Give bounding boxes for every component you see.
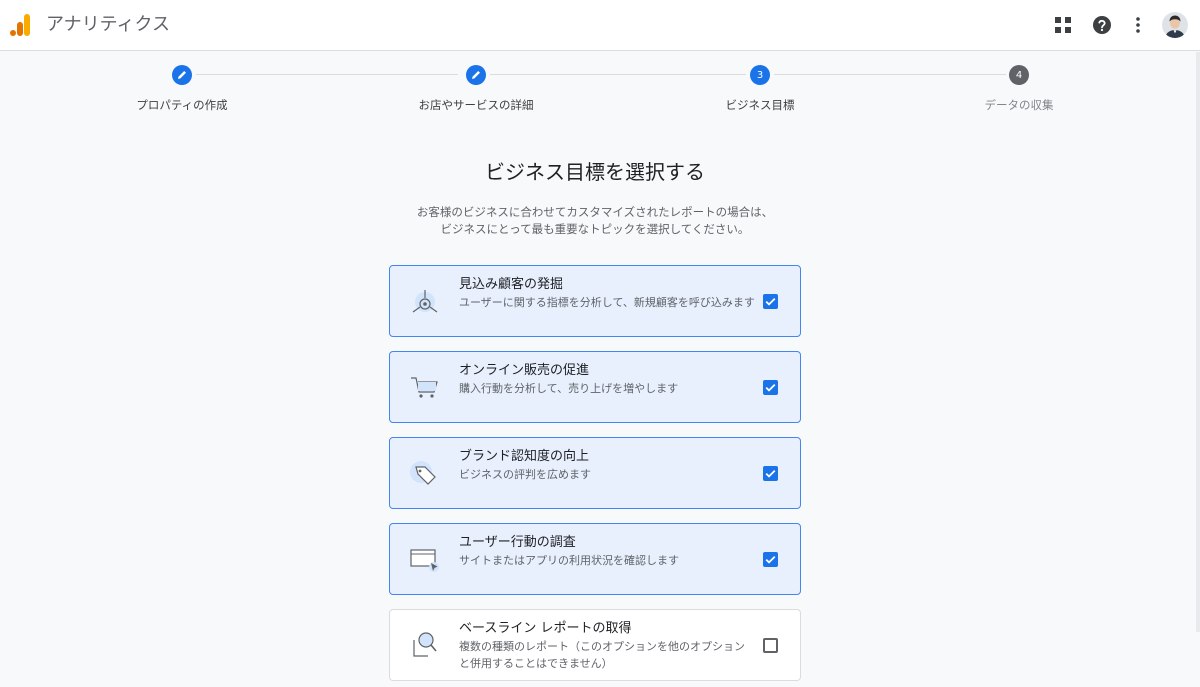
goal-card-online-sales[interactable]: オンライン販売の促進 購入行動を分析して、売り上げを増やします xyxy=(389,351,801,423)
step-1-label[interactable]: プロパティの作成 xyxy=(136,97,227,113)
step-4-circle: 4 xyxy=(1009,65,1029,85)
browser-cursor-icon xyxy=(410,549,439,572)
step-2-label[interactable]: お店やサービスの詳細 xyxy=(419,97,534,113)
step-3-label: ビジネス目標 xyxy=(725,98,795,112)
goal-title: オンライン販売の促進 xyxy=(459,363,590,378)
app-title: アナリティクス xyxy=(46,14,171,35)
goal-card-leads[interactable]: 見込み顧客の発掘 ユーザーに関する指標を分析して、新規顧客を呼び込みます xyxy=(389,265,801,337)
description-line-1: お客様のビジネスに合わせてカスタマイズされたレポートの場合は、 xyxy=(416,205,774,219)
goal-title: ブランド認知度の向上 xyxy=(459,449,590,464)
analytics-logo xyxy=(10,14,30,36)
edit-pencil-icon xyxy=(472,71,480,79)
lead-target-icon xyxy=(412,290,438,313)
goal-card-baseline-reports[interactable]: ベースライン レポートの取得 複数の種類のレポート（このオプションを他のオプショ… xyxy=(389,609,801,681)
stepper-connector xyxy=(774,74,1006,75)
goal-title: ユーザー行動の調査 xyxy=(459,535,576,550)
check-icon xyxy=(765,469,776,478)
scrollbar[interactable] xyxy=(1196,52,1200,632)
help-icon[interactable] xyxy=(1090,13,1114,37)
page-description: お客様のビジネスに合わせてカスタマイズされたレポートの場合は、 ビジネスにとって… xyxy=(0,204,1190,238)
goal-subtitle: 複数の種類のレポート（このオプションを他のオプションと併用することはできません） xyxy=(459,640,745,670)
cart-icon xyxy=(411,377,438,398)
goal-checkbox[interactable] xyxy=(763,466,778,481)
check-icon xyxy=(765,555,776,564)
goal-subtitle: 購入行動を分析して、売り上げを増やします xyxy=(459,382,679,395)
goal-subtitle: サイトまたはアプリの利用状況を確認します xyxy=(459,554,679,567)
account-avatar[interactable] xyxy=(1162,12,1188,38)
goal-title: 見込み顧客の発掘 xyxy=(459,277,564,292)
goal-title: ベースライン レポートの取得 xyxy=(459,621,632,636)
goal-card-brand-awareness[interactable]: ブランド認知度の向上 ビジネスの評判を広めます xyxy=(389,437,801,509)
stepper-connector xyxy=(196,74,458,75)
goal-subtitle: ユーザーに関する指標を分析して、新規顧客を呼び込みます xyxy=(459,296,755,309)
check-icon xyxy=(765,383,776,392)
goal-subtitle: ビジネスの評判を広めます xyxy=(459,468,591,481)
goal-checkbox[interactable] xyxy=(763,294,778,309)
check-icon xyxy=(765,297,776,306)
tag-icon xyxy=(410,461,436,485)
step-3-circle: 3 xyxy=(750,65,770,85)
step-2-circle[interactable] xyxy=(466,65,486,85)
stepper-connector xyxy=(490,74,746,75)
page-title: ビジネス目標を選択する xyxy=(485,160,705,184)
step-4-label: データの収集 xyxy=(984,98,1054,112)
top-app-bar: アナリティクス xyxy=(0,0,1200,51)
goal-card-user-behavior[interactable]: ユーザー行動の調査 サイトまたはアプリの利用状況を確認します xyxy=(389,523,801,595)
goal-checkbox[interactable] xyxy=(763,638,778,653)
goal-checkbox[interactable] xyxy=(763,380,778,395)
more-vert-icon[interactable] xyxy=(1126,13,1150,37)
goal-checkbox[interactable] xyxy=(763,552,778,567)
description-line-2: ビジネスにとって最も重要なトピックを選択してください。 xyxy=(440,222,750,236)
edit-pencil-icon xyxy=(178,71,186,79)
apps-grid-icon[interactable] xyxy=(1051,13,1075,37)
magnifier-doc-icon xyxy=(413,632,437,657)
step-1-circle[interactable] xyxy=(172,65,192,85)
